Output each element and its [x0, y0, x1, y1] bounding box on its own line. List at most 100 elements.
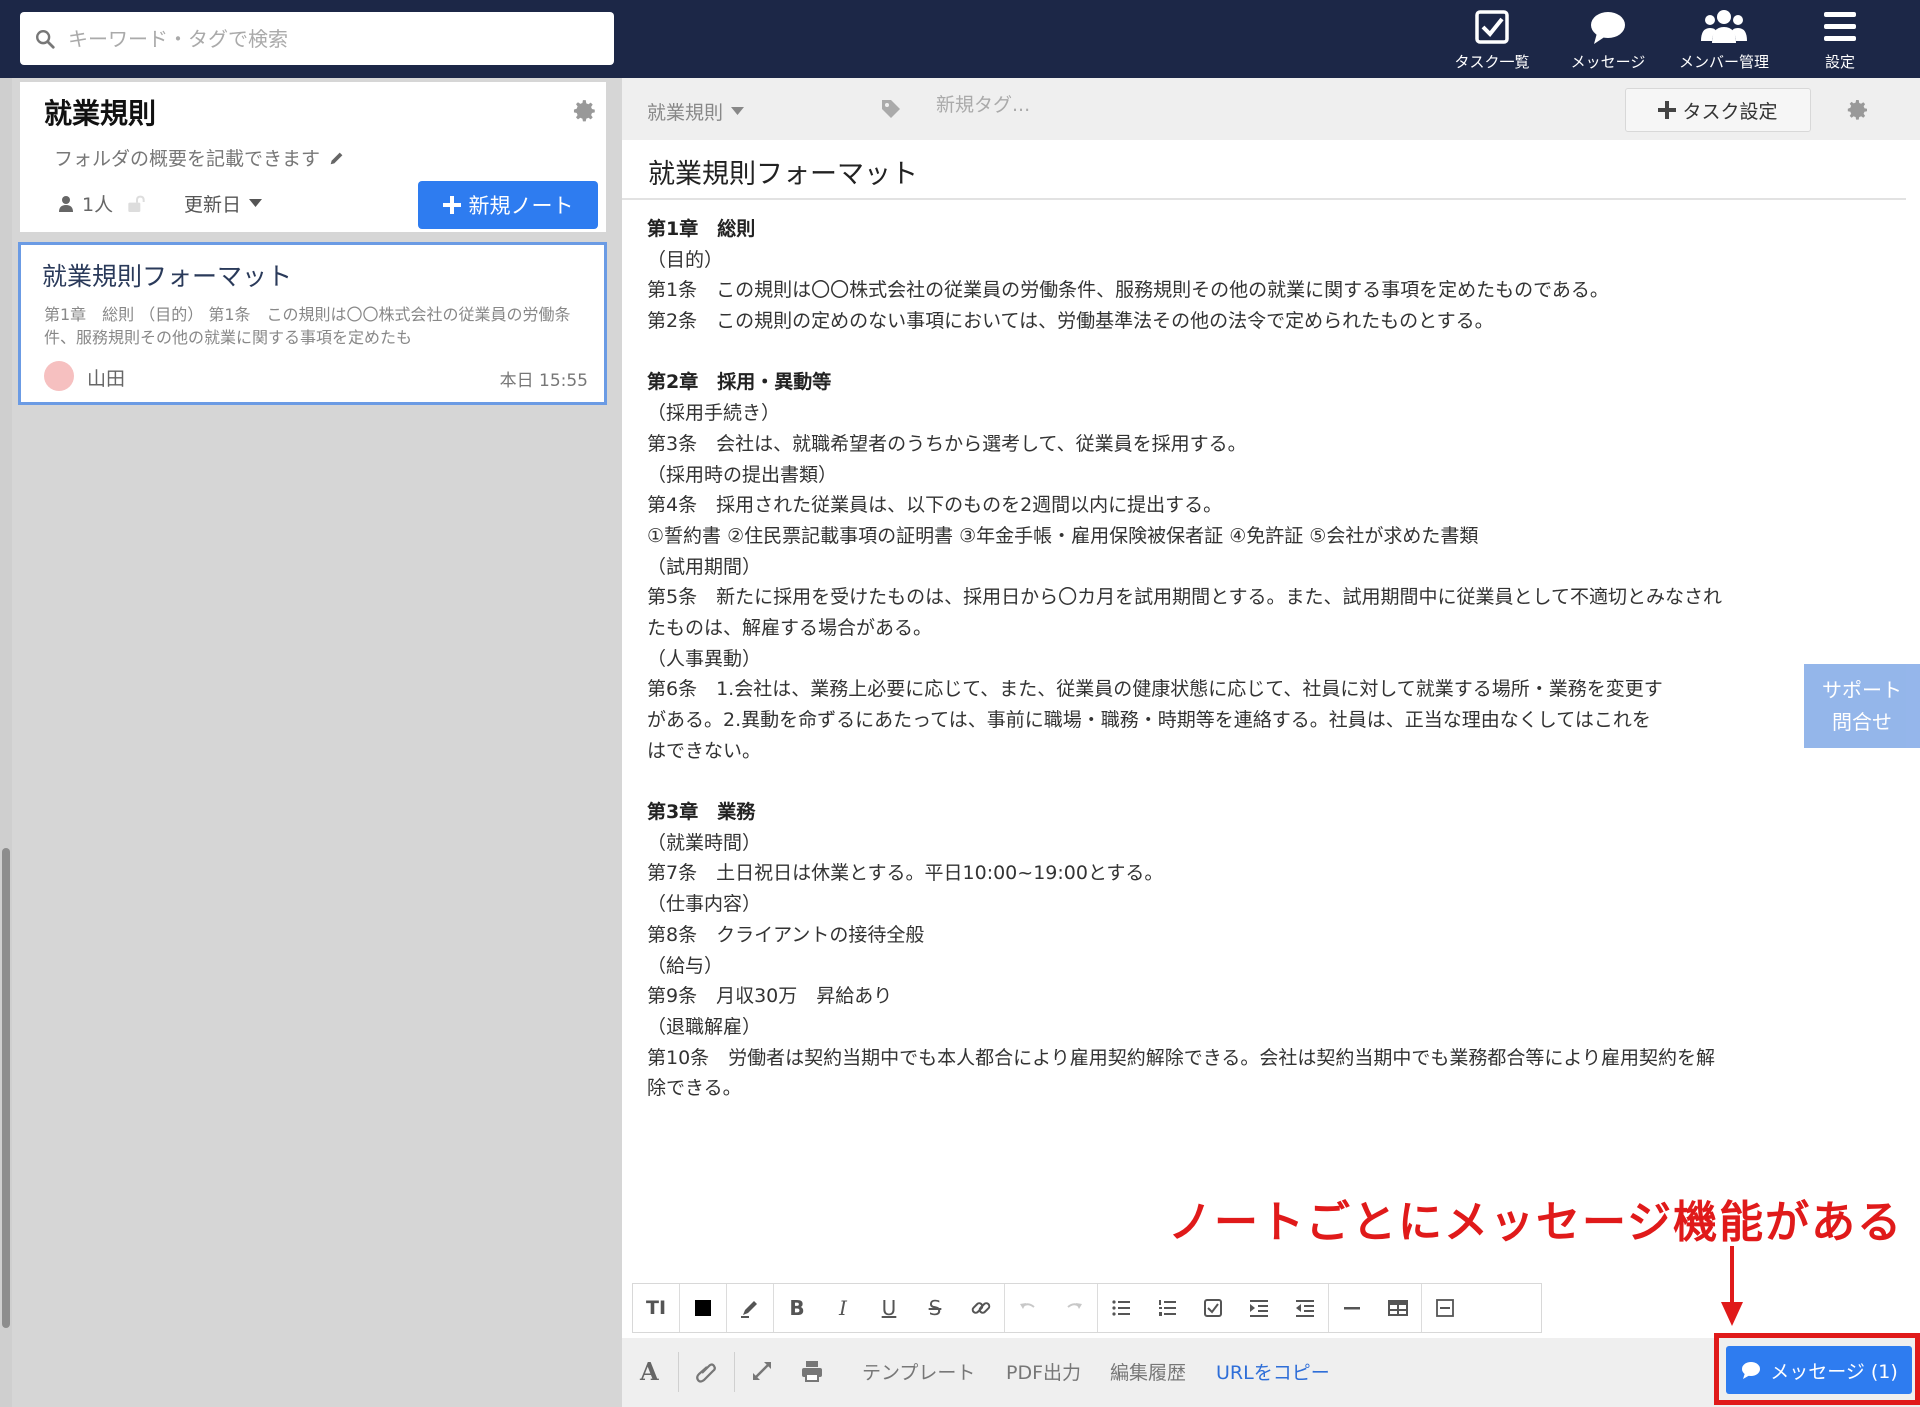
template-label: テンプレート — [862, 1361, 976, 1384]
sidebar-scrollbar[interactable] — [0, 78, 12, 1407]
outdent-icon — [1296, 1300, 1314, 1317]
body-line: 第7条 土日祝日は休業とする。平日10:00~19:00とする。 — [647, 862, 1164, 885]
folder-title: 就業規則 — [44, 97, 157, 130]
indent-button[interactable] — [1236, 1284, 1282, 1332]
pdf-export-button[interactable]: PDF出力 — [1006, 1338, 1081, 1404]
note-body[interactable]: 第1章 総則 （目的） 第1条 この規則は〇〇株式会社の従業員の労働条件、服務規則そ… — [647, 214, 1907, 1104]
body-line: 第2条 この規則の定めのない事項においては、労働基準法その他の法令で定められたも… — [647, 310, 1494, 333]
font-button[interactable]: A — [640, 1338, 659, 1404]
collapse-button[interactable] — [1422, 1284, 1468, 1332]
bold-label: B — [789, 1296, 805, 1320]
new-note-button[interactable]: 新規ノート — [418, 181, 598, 229]
bold-button[interactable]: B — [774, 1284, 820, 1332]
table-icon — [1388, 1300, 1408, 1316]
bullet-list-button[interactable] — [1098, 1284, 1144, 1332]
sort-dropdown[interactable]: 更新日 — [184, 190, 263, 217]
nav-settings[interactable]: 設定 — [1802, 6, 1878, 72]
note-item-author: 山田 — [87, 368, 126, 390]
new-tag-input[interactable] — [936, 94, 1236, 116]
strikethrough-button[interactable]: S — [912, 1284, 958, 1332]
support-tab[interactable]: サポート 問合せ — [1804, 664, 1920, 748]
note-item-time: 本日 15:55 — [499, 371, 588, 391]
avatar — [44, 361, 74, 391]
task-setting-button[interactable]: タスク設定 — [1625, 88, 1811, 132]
caret-down-icon — [249, 199, 263, 207]
folder-sidebar: 就業規則 フォルダの概要を記載できます 1人 更新日 新規ノート 就業規則フォー… — [0, 78, 620, 1407]
search-box[interactable] — [20, 12, 614, 65]
body-line: （採用手続き） — [647, 402, 781, 425]
color-swatch-icon — [695, 1300, 711, 1316]
body-line: はできない。 — [647, 739, 762, 762]
highlight-button[interactable] — [727, 1284, 773, 1332]
print-button[interactable] — [800, 1338, 824, 1404]
sidebar-scroll-thumb[interactable] — [2, 848, 10, 1328]
text-size-button[interactable]: TI — [633, 1284, 679, 1332]
chapter-heading: 第2章 採用・異動等 — [647, 371, 832, 394]
chapter-heading: 第1章 総則 — [647, 218, 756, 240]
caret-down-icon — [731, 107, 745, 115]
nav-tasks[interactable]: タスク一覧 — [1452, 6, 1532, 72]
member-count[interactable]: 1人 — [56, 190, 147, 217]
text-color-button[interactable] — [680, 1284, 726, 1332]
pdf-export-label: PDF出力 — [1006, 1361, 1082, 1384]
annotation-highlight-box — [1714, 1333, 1920, 1405]
checkbox-icon — [1475, 10, 1509, 44]
strikethrough-label: S — [928, 1296, 942, 1320]
printer-icon — [802, 1361, 822, 1382]
expand-icon — [753, 1362, 771, 1380]
task-setting-label: タスク設定 — [1682, 100, 1778, 123]
gear-icon[interactable] — [1846, 98, 1870, 122]
folder-select[interactable]: 就業規則 — [647, 98, 745, 125]
outdent-button[interactable] — [1282, 1284, 1328, 1332]
arrow-down-icon — [1721, 1246, 1743, 1326]
underline-button[interactable]: U — [866, 1284, 912, 1332]
nav-members[interactable]: メンバー管理 — [1676, 6, 1772, 72]
nav-messages-label: メッセージ — [1570, 53, 1646, 71]
body-line: 第9条 月収30万 昇給あり — [647, 985, 893, 1008]
users-icon — [1701, 10, 1747, 43]
nav-tasks-label: タスク一覧 — [1454, 53, 1530, 71]
checklist-button[interactable] — [1190, 1284, 1236, 1332]
font-icon: A — [640, 1356, 659, 1386]
note-item-title: 就業規則フォーマット — [42, 262, 293, 291]
undo-button[interactable] — [1005, 1284, 1051, 1332]
body-line: （就業時間） — [647, 831, 762, 854]
gear-icon[interactable] — [572, 98, 598, 124]
template-button[interactable]: テンプレート — [862, 1338, 975, 1404]
folder-description[interactable]: フォルダの概要を記載できます — [54, 144, 346, 171]
nav-settings-label: 設定 — [1824, 53, 1855, 71]
body-line: （人事異動） — [647, 647, 762, 670]
bullet-list-icon — [1112, 1300, 1130, 1316]
note-title[interactable]: 就業規則フォーマット — [648, 152, 918, 191]
toolbar-divider — [734, 1352, 735, 1392]
body-line: ①誓約書 ②住民票記載事項の証明書 ③年金手帳・雇用保険被保者証 ④免許証 ⑤会… — [647, 524, 1479, 547]
redo-icon — [1067, 1303, 1082, 1309]
note-item-snippet: 第1章 総則 （目的） 第1条 この規則は〇〇株式会社の従業員の労働条件、服務規… — [44, 305, 571, 347]
redo-button[interactable] — [1051, 1284, 1097, 1332]
copy-url-link[interactable]: URLをコピー — [1216, 1338, 1330, 1404]
search-icon — [36, 29, 55, 49]
nav-messages[interactable]: メッセージ — [1566, 6, 1650, 72]
undo-icon — [1020, 1303, 1035, 1309]
folder-select-label: 就業規則 — [647, 102, 724, 124]
search-input[interactable] — [68, 26, 588, 51]
fullscreen-button[interactable] — [750, 1338, 774, 1404]
body-line: （退職解雇） — [647, 1015, 762, 1038]
toolbar-divider — [678, 1352, 679, 1392]
italic-button[interactable]: I — [820, 1284, 866, 1332]
folder-description-text: フォルダの概要を記載できます — [54, 148, 321, 170]
edit-history-button[interactable]: 編集履歴 — [1110, 1338, 1186, 1404]
indent-icon — [1250, 1300, 1268, 1317]
table-button[interactable] — [1375, 1284, 1421, 1332]
body-line: （試用期間） — [647, 555, 762, 578]
format-toolbar: TI B I U S — [632, 1283, 1542, 1333]
horizontal-rule-button[interactable] — [1329, 1284, 1375, 1332]
pencil-icon[interactable] — [328, 149, 346, 167]
numbered-list-button[interactable] — [1144, 1284, 1190, 1332]
note-list-item[interactable]: 就業規則フォーマット 第1章 総則 （目的） 第1条 この規則は〇〇株式会社の従… — [18, 242, 607, 405]
attach-button[interactable] — [694, 1338, 718, 1404]
nav-members-label: メンバー管理 — [1678, 53, 1769, 71]
link-button[interactable] — [958, 1284, 1004, 1332]
